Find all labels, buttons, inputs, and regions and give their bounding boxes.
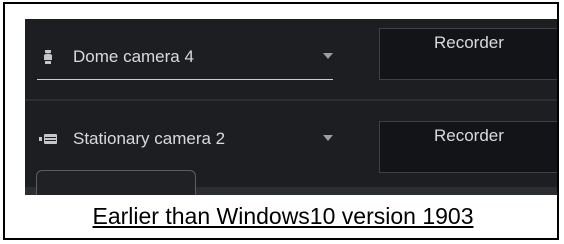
camera-name: Stationary camera 2	[73, 129, 226, 148]
stationary-camera-icon	[37, 133, 59, 145]
camera-name: Dome camera 4	[73, 47, 194, 66]
camera-dropdown[interactable]: Dome camera 4	[37, 41, 333, 73]
camera-row: Stationary camera 2 Recorder	[25, 101, 557, 181]
dropdown-underline	[37, 79, 333, 80]
figure-frame: Dome camera 4 Recorder Stationary camera…	[3, 2, 559, 240]
camera-list-panel: Dome camera 4 Recorder Stationary camera…	[25, 19, 557, 195]
recorder-field[interactable]: Recorder	[379, 121, 557, 173]
camera-dropdown[interactable]: Stationary camera 2	[37, 123, 333, 155]
chevron-down-icon[interactable]	[323, 135, 333, 141]
chevron-down-icon[interactable]	[323, 53, 333, 59]
figure-caption: Earlier than Windows10 version 1903	[92, 203, 474, 229]
dome-camera-icon	[37, 49, 59, 65]
camera-row: Dome camera 4 Recorder	[25, 19, 557, 99]
recorder-label: Recorder	[434, 126, 504, 145]
dropdown-popup[interactable]	[36, 170, 196, 195]
recorder-field[interactable]: Recorder	[379, 28, 557, 80]
recorder-label: Recorder	[434, 33, 504, 52]
